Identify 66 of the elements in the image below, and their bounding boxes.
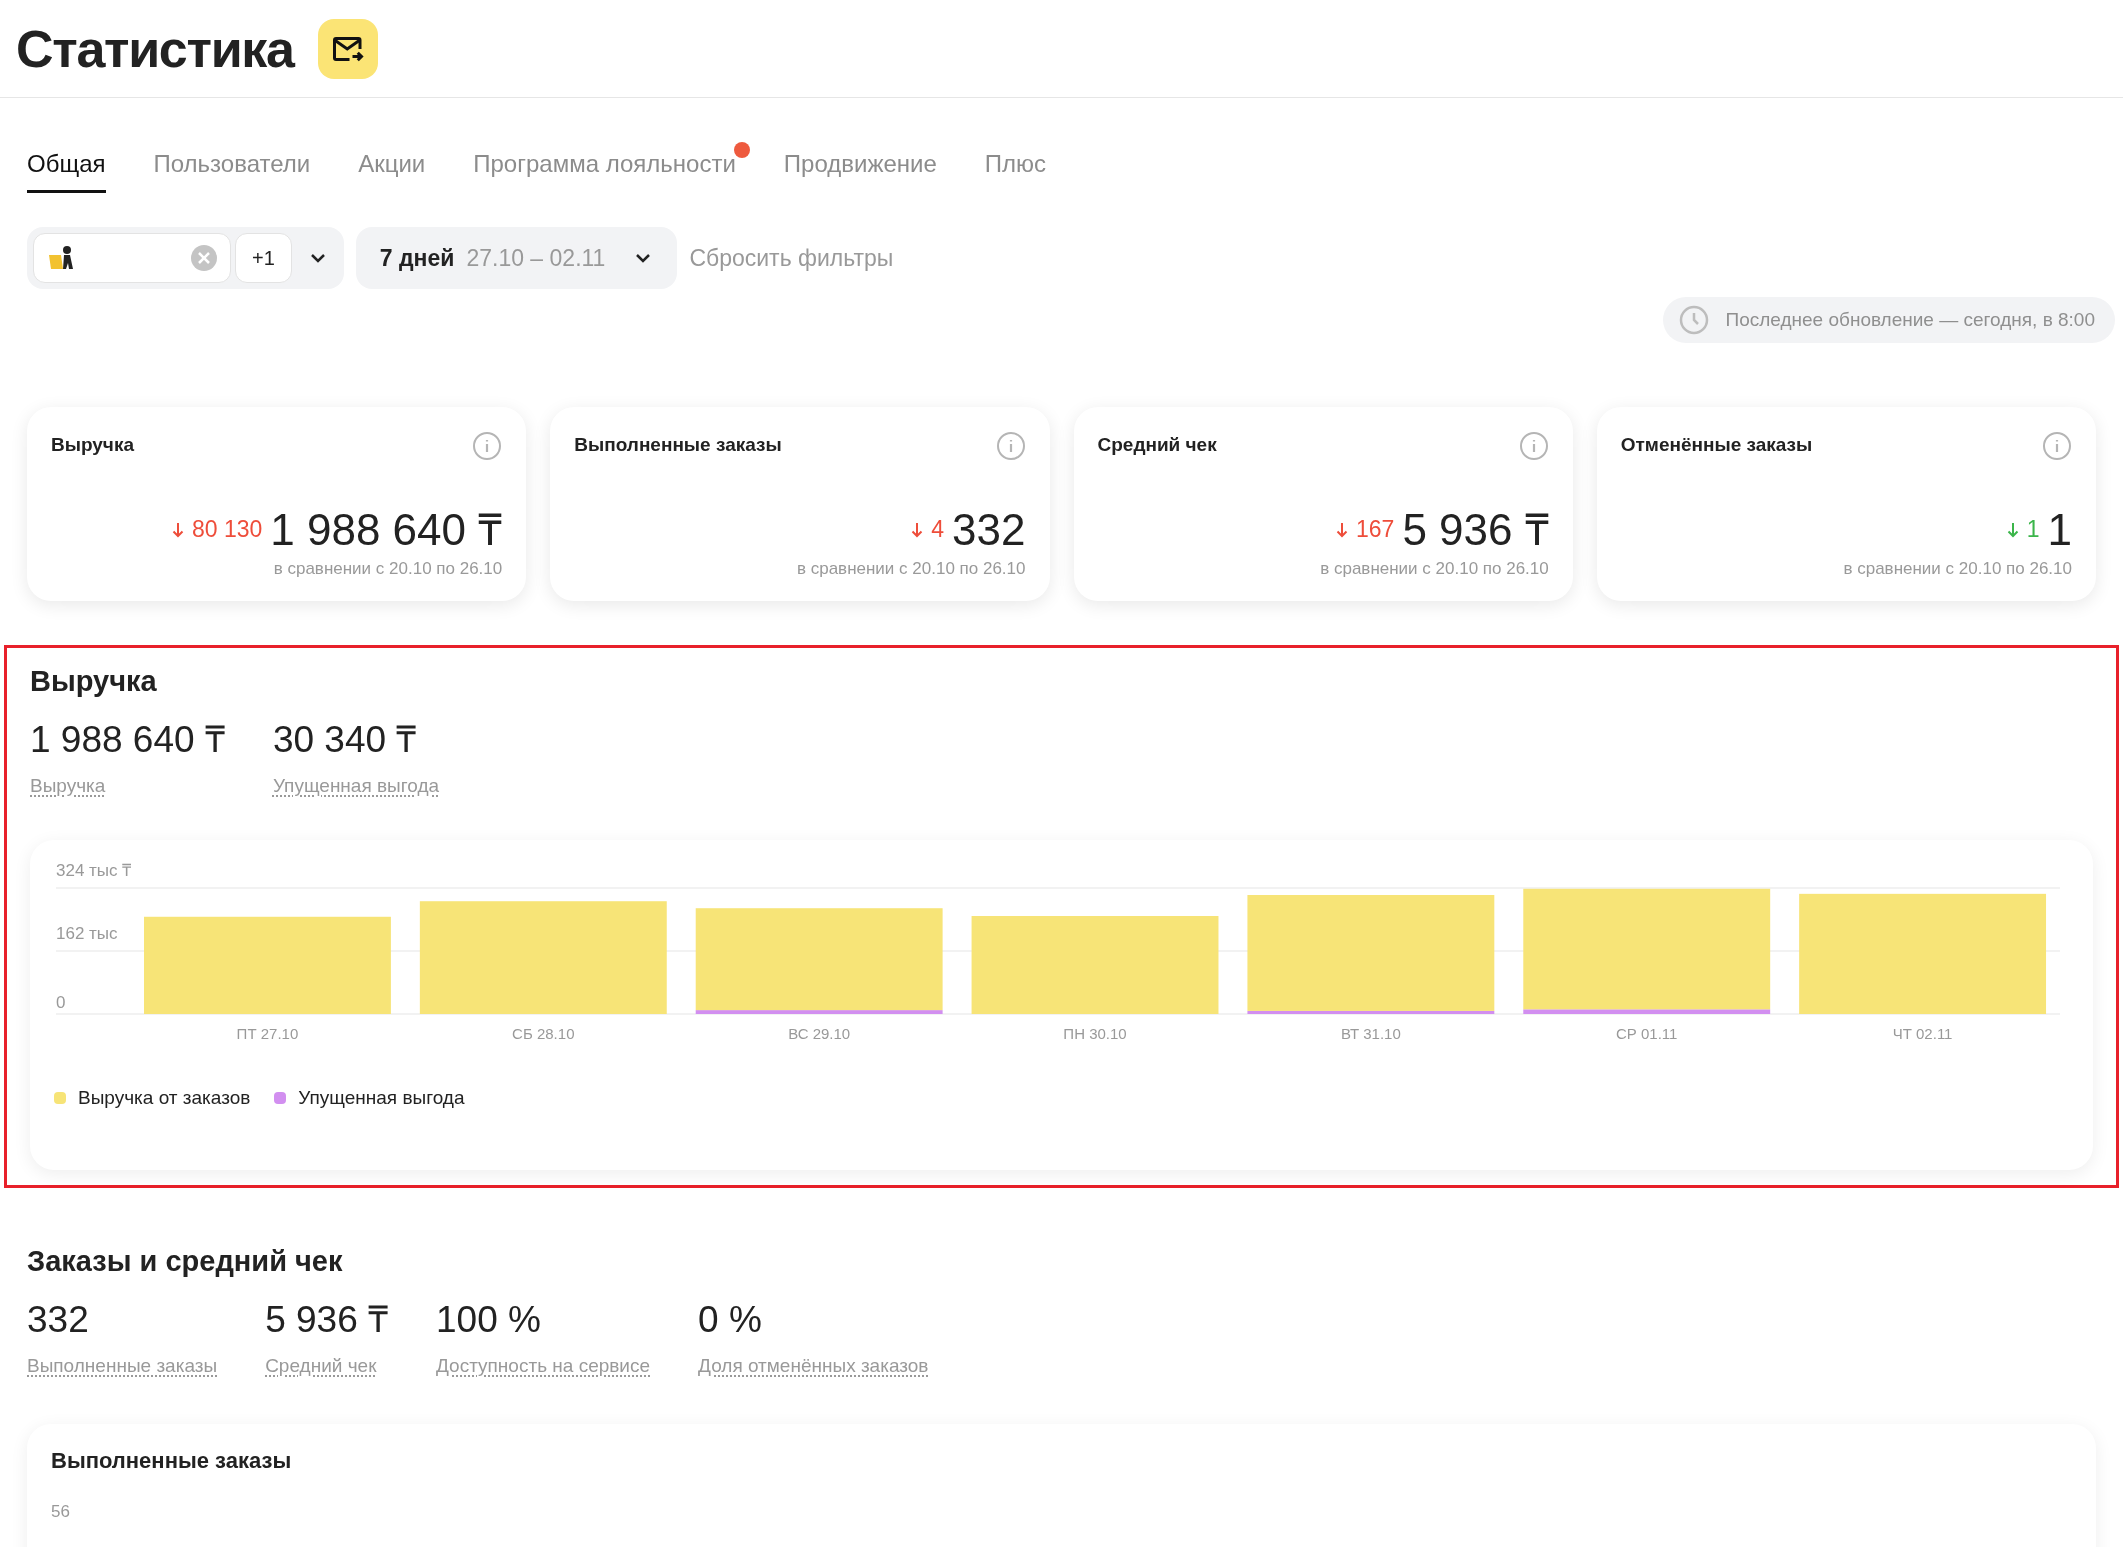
store-select[interactable] [33,233,231,283]
axis-tick-label: СБ 28.10 [512,1025,575,1042]
store-filter[interactable]: +1 [27,227,344,289]
kpi-title: Выручка [51,433,134,457]
axis-tick-label: 56 [51,1501,71,1523]
metric-value: 5 936 ₸ [265,1297,388,1342]
info-icon[interactable] [1518,431,1549,461]
last-update-text: Последнее обновление — сегодня, в 8:00 [1725,307,2096,332]
kpi-note: в сравнении с 20.10 по 26.10 [273,557,503,580]
info-icon[interactable] [472,431,503,461]
tab[interactable]: Общая [27,146,106,193]
metric-value: 100 % [436,1297,542,1342]
chart-title: Выполненные заказы [51,1447,293,1475]
axis-tick-label: ПТ 27.10 [236,1025,299,1042]
period-dates: 27.10 – 02.11 [466,243,606,273]
kpi-value: 5 936 ₸ [1402,503,1549,556]
tab[interactable]: Акции [358,146,426,193]
kpi-value: 1 [2047,503,2072,556]
axis-tick-label: ВТ 31.10 [1340,1025,1401,1042]
kpi-value: 1 988 640 ₸ [270,503,503,556]
section-title: Заказы и средний чек [27,1244,344,1279]
tab[interactable]: Программа лояльности [473,146,736,193]
kpi-delta: 4 [931,515,945,545]
legend-label: Выручка от заказов [78,1086,251,1110]
kpi-delta: 80 130 [191,515,263,545]
period-select[interactable]: 7 дней 27.10 – 02.11 [355,227,678,289]
axis-tick-label: СР 01.11 [1616,1025,1678,1042]
info-icon[interactable] [2042,431,2072,461]
kpi-title: Выполненные заказы [574,433,782,457]
axis-tick-label: 324 тыс ₸ [56,861,132,880]
kpi-note: в сравнении с 20.10 по 26.10 [796,557,1026,580]
metric-value: 30 340 ₸ [272,717,418,762]
axis-tick-label: ЧТ 02.11 [1892,1025,1953,1042]
metric-label[interactable]: Доля отменённых заказов [698,1351,929,1380]
mail-forward-icon[interactable] [317,18,378,79]
tab[interactable]: Плюс [984,146,1047,193]
clear-icon[interactable] [190,244,218,272]
section-title: Выручка [30,664,158,699]
clock-icon [1679,305,1710,335]
axis-tick-label: ВС 29.10 [788,1025,851,1042]
period-label: 7 дней [379,243,455,273]
metric-value: 0 % [698,1297,763,1342]
tab[interactable]: Пользователи [153,146,311,193]
metric-value: 1 988 640 ₸ [30,717,225,762]
legend-label: Упущенная выгода [298,1086,465,1110]
reset-filters-link[interactable]: Сбросить фильтры [689,240,894,276]
kpi-note: в сравнении с 20.10 по 26.10 [1843,557,2072,580]
kpi-delta: 167 [1356,515,1395,545]
kpi-delta: 1 [2026,515,2040,545]
metric-label[interactable]: Выполненные заказы [27,1351,218,1380]
axis-tick-label: ПН 30.10 [1063,1025,1127,1042]
metric-label[interactable]: Упущенная выгода [272,771,440,800]
metric-value: 332 [27,1297,90,1342]
info-icon[interactable] [995,431,1026,461]
more-count[interactable]: +1 [235,233,292,283]
metric-label[interactable]: Средний чек [265,1351,388,1380]
page-title: Статистика [16,18,294,80]
axis-tick-label: 0 [56,993,66,1012]
kpi-title: Отменённые заказы [1620,433,1813,457]
kpi-note: в сравнении с 20.10 по 26.10 [1320,557,1549,580]
axis-tick-label: 162 тыс [56,924,118,943]
metric-label[interactable]: Доступность на сервисе [436,1351,651,1380]
kpi-title: Средний чек [1097,433,1217,457]
kpi-value: 332 [952,503,1026,556]
metric-label[interactable]: Выручка [30,771,225,800]
tab[interactable]: Продвижение [783,146,937,193]
